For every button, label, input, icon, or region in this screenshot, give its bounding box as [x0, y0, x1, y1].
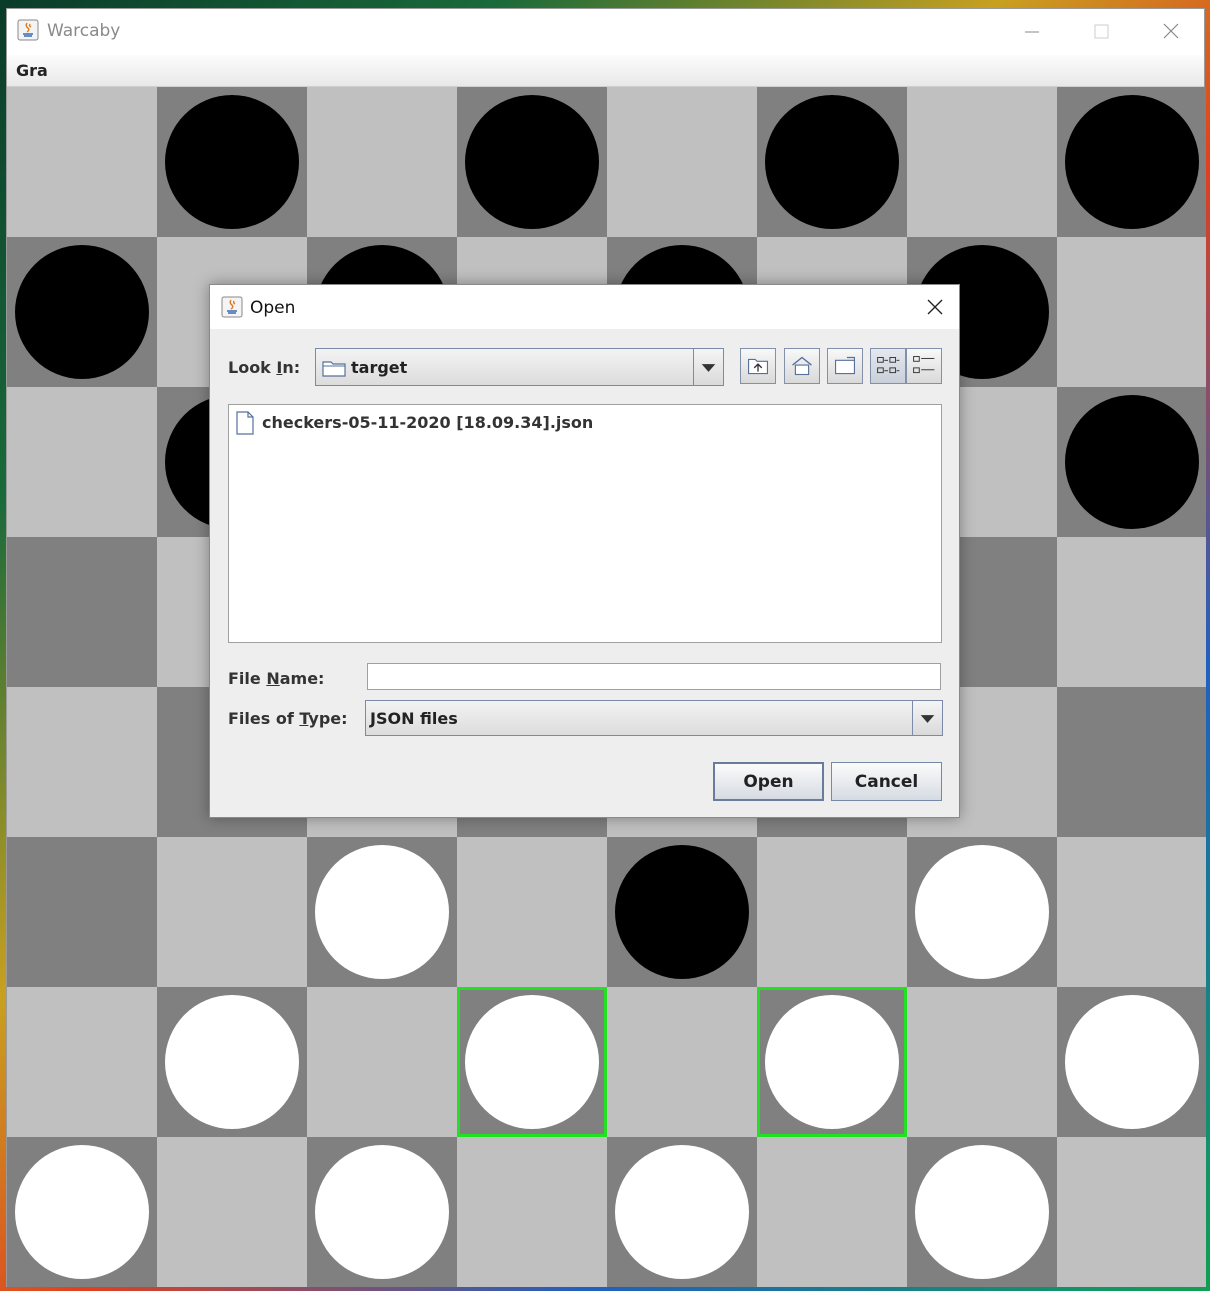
- files-of-type-value: JSON files: [370, 709, 458, 728]
- white-piece[interactable]: [915, 1145, 1049, 1279]
- board-square[interactable]: [1057, 537, 1206, 687]
- java-app-icon: [17, 19, 39, 41]
- board-square[interactable]: [1057, 1137, 1206, 1287]
- black-piece[interactable]: [15, 245, 149, 379]
- minimize-icon[interactable]: [997, 9, 1065, 55]
- chevron-down-icon[interactable]: [693, 349, 723, 385]
- black-piece[interactable]: [465, 95, 599, 229]
- files-of-type-combo[interactable]: JSON files: [365, 700, 943, 736]
- white-piece[interactable]: [315, 845, 449, 979]
- board-square[interactable]: [7, 687, 157, 837]
- dialog-close-icon[interactable]: [916, 291, 954, 323]
- board-square[interactable]: [607, 987, 757, 1137]
- white-piece[interactable]: [15, 1145, 149, 1279]
- board-square[interactable]: [7, 987, 157, 1137]
- java-app-icon: [221, 296, 243, 318]
- open-button[interactable]: Open: [713, 762, 824, 801]
- home-icon[interactable]: [784, 348, 820, 384]
- look-in-value: target: [351, 358, 408, 377]
- menu-gra[interactable]: Gra: [16, 61, 48, 80]
- black-piece[interactable]: [1065, 395, 1199, 529]
- board-square[interactable]: [7, 537, 157, 687]
- dialog-title: Open: [250, 298, 296, 318]
- board-square[interactable]: [457, 837, 607, 987]
- window-title: Warcaby: [47, 21, 121, 41]
- menu-bar: Gra: [7, 55, 1204, 87]
- file-name-label: File Name:: [228, 669, 325, 688]
- look-in-label: Look In:: [228, 358, 301, 377]
- board-square[interactable]: [7, 837, 157, 987]
- board-square[interactable]: [1057, 237, 1206, 387]
- chevron-down-icon[interactable]: [912, 701, 942, 735]
- board-square[interactable]: [7, 87, 157, 237]
- board-square[interactable]: [157, 837, 307, 987]
- board-square[interactable]: [757, 1137, 907, 1287]
- up-one-level-icon[interactable]: [740, 348, 776, 384]
- close-icon[interactable]: [1137, 9, 1205, 55]
- folder-icon: [322, 361, 346, 377]
- black-piece[interactable]: [615, 845, 749, 979]
- board-square[interactable]: [307, 87, 457, 237]
- board-square[interactable]: [607, 87, 757, 237]
- cancel-button[interactable]: Cancel: [831, 762, 942, 801]
- black-piece[interactable]: [1065, 95, 1199, 229]
- maximize-icon[interactable]: [1067, 9, 1135, 55]
- board-square[interactable]: [7, 387, 157, 537]
- black-piece[interactable]: [165, 95, 299, 229]
- board-square[interactable]: [457, 1137, 607, 1287]
- white-piece[interactable]: [165, 995, 299, 1129]
- white-piece[interactable]: [915, 845, 1049, 979]
- open-dialog: Open Look In: target checkers-05-11-2020…: [209, 284, 960, 818]
- dialog-title-bar: Open: [210, 285, 959, 329]
- files-of-type-label: Files of Type:: [228, 709, 348, 728]
- white-piece[interactable]: [615, 1145, 749, 1279]
- white-piece[interactable]: [1065, 995, 1199, 1129]
- list-view-icon[interactable]: [870, 348, 906, 384]
- file-icon: [236, 411, 254, 435]
- board-square[interactable]: [907, 87, 1057, 237]
- look-in-combo[interactable]: target: [315, 348, 724, 386]
- details-view-icon[interactable]: [906, 348, 942, 384]
- white-piece[interactable]: [315, 1145, 449, 1279]
- board-square[interactable]: [1057, 687, 1206, 837]
- board-square[interactable]: [307, 987, 457, 1137]
- new-folder-icon[interactable]: [827, 348, 863, 384]
- board-square[interactable]: [157, 1137, 307, 1287]
- title-bar: Warcaby: [7, 9, 1204, 55]
- file-list[interactable]: checkers-05-11-2020 [18.09.34].json: [228, 404, 942, 643]
- file-name-input[interactable]: [367, 663, 941, 690]
- board-square[interactable]: [907, 987, 1057, 1137]
- white-piece[interactable]: [465, 995, 599, 1129]
- file-name: checkers-05-11-2020 [18.09.34].json: [262, 413, 594, 432]
- white-piece[interactable]: [765, 995, 899, 1129]
- black-piece[interactable]: [765, 95, 899, 229]
- board-square[interactable]: [1057, 837, 1206, 987]
- board-square[interactable]: [757, 837, 907, 987]
